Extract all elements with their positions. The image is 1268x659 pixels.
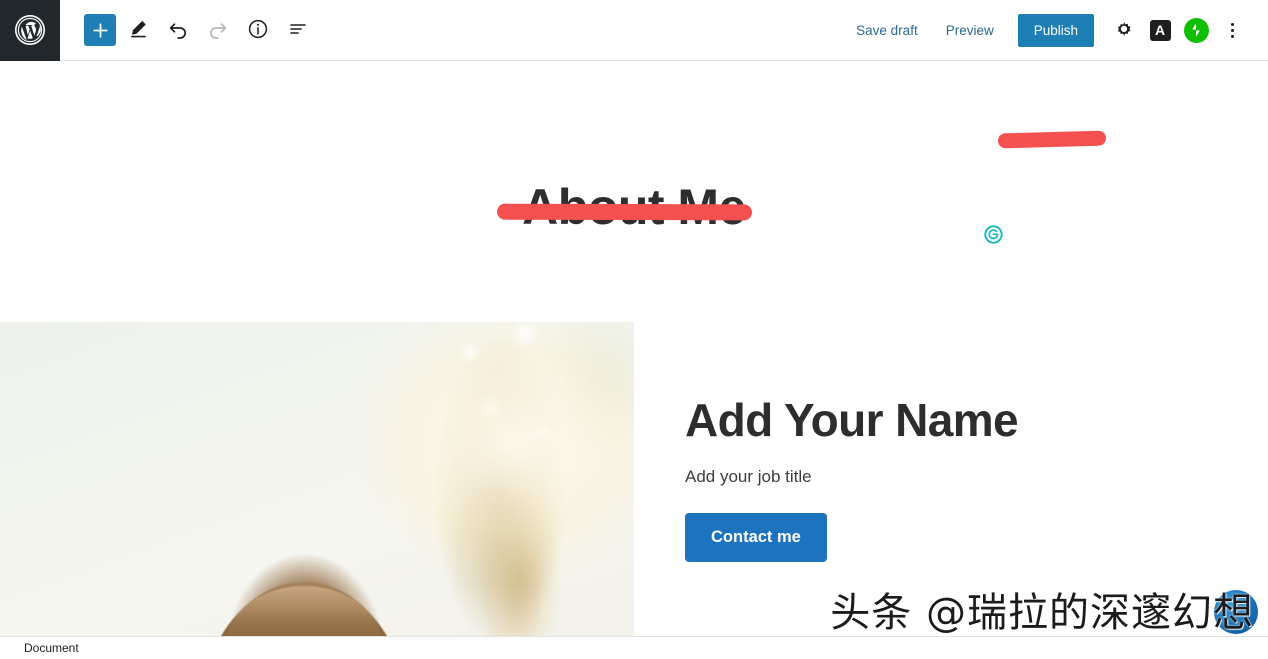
block-text-column: Add Your Name Add your job title Contact… — [634, 322, 1268, 636]
jetpack-button[interactable] — [1178, 12, 1214, 48]
redo-button[interactable] — [200, 12, 236, 48]
jetpack-bolt-icon — [1183, 17, 1209, 43]
wordpress-logo-icon — [14, 14, 46, 46]
gear-icon — [1114, 19, 1134, 42]
decorative-brush-stroke-title — [496, 203, 753, 221]
more-options-button[interactable] — [1214, 12, 1250, 48]
redo-arrow-icon — [207, 18, 229, 43]
person-name-heading[interactable]: Add Your Name — [685, 395, 1268, 446]
kebab-menu-icon — [1230, 22, 1234, 38]
publish-button[interactable]: Publish — [1017, 13, 1094, 47]
list-view-icon — [287, 18, 309, 43]
preview-button[interactable]: Preview — [932, 15, 1008, 46]
editor-header: Save draft Preview Publish A — [0, 0, 1268, 61]
wordpress-logo-button[interactable] — [0, 0, 60, 61]
photo-foliage-highlight — [430, 322, 634, 562]
header-right-toolbar: Save draft Preview Publish A — [842, 12, 1268, 48]
pencil-icon — [128, 18, 149, 42]
breadcrumb[interactable]: Document — [0, 641, 79, 655]
seo-plugin-button[interactable]: A — [1142, 12, 1178, 48]
plus-icon — [92, 22, 109, 39]
decorative-brush-stroke-top — [997, 130, 1107, 149]
person-job-title[interactable]: Add your job title — [685, 467, 1268, 487]
editor-footer: Document — [0, 636, 1268, 659]
info-circle-icon — [247, 18, 269, 43]
settings-button[interactable] — [1106, 12, 1142, 48]
seo-badge-icon: A — [1149, 19, 1171, 41]
list-view-button[interactable] — [280, 12, 316, 48]
save-draft-button[interactable]: Save draft — [842, 15, 932, 46]
contact-me-button[interactable]: Contact me — [685, 512, 827, 562]
details-button[interactable] — [240, 12, 276, 48]
help-chat-bubble-icon[interactable] — [1214, 590, 1258, 634]
media-and-text-block[interactable]: Add Your Name Add your job title Contact… — [0, 322, 1268, 636]
header-left-toolbar — [60, 12, 316, 48]
wordpress-block-editor: Save draft Preview Publish A Add Your Na… — [0, 0, 1268, 659]
undo-button[interactable] — [160, 12, 196, 48]
block-image[interactable] — [0, 322, 634, 636]
grammarly-g-icon[interactable] — [983, 224, 1004, 245]
editor-canvas[interactable]: About Me Add Your Name Add your job titl… — [0, 61, 1268, 636]
edit-tools-button[interactable] — [120, 12, 156, 48]
add-block-button[interactable] — [84, 14, 116, 46]
undo-arrow-icon — [167, 18, 189, 43]
